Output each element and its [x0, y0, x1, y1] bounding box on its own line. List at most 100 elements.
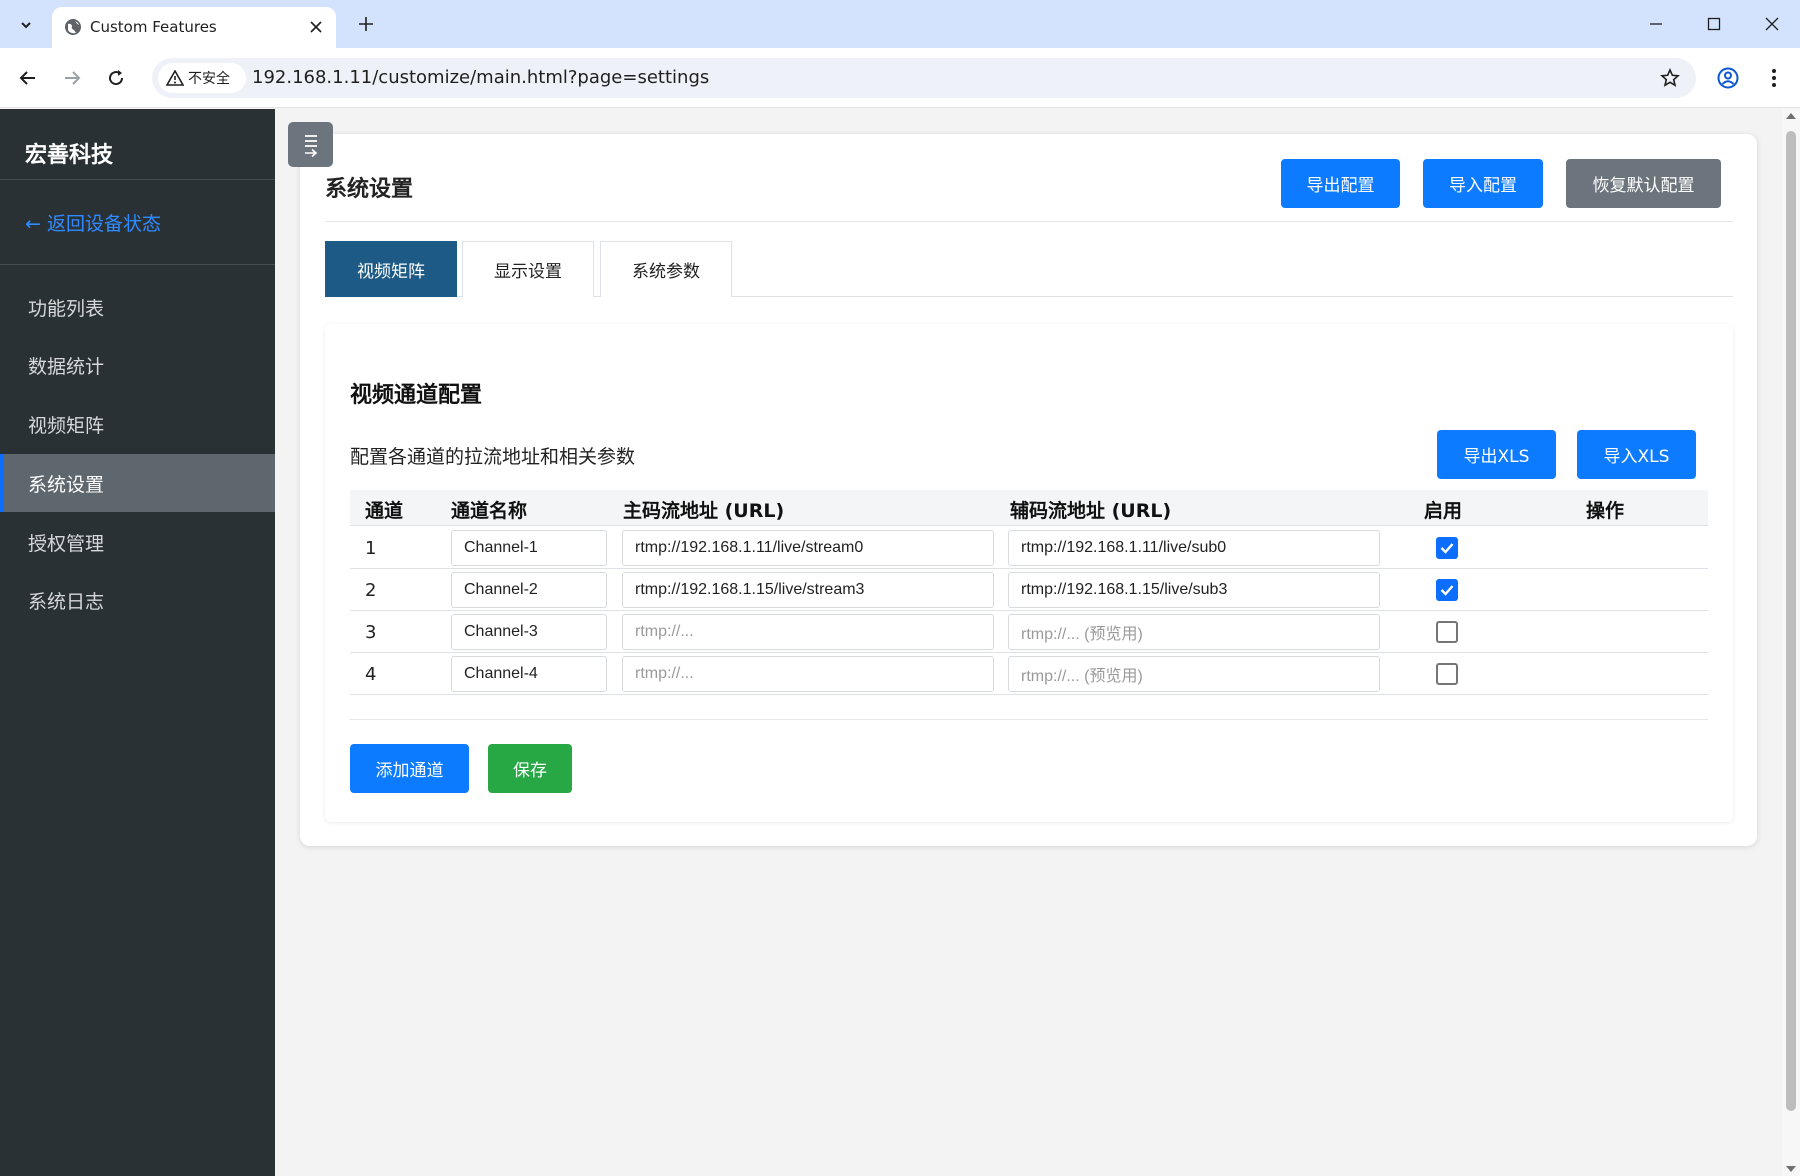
main-url-input[interactable]: rtmp://...: [622, 656, 994, 692]
arrow-right-icon: [65, 71, 81, 85]
main-url-input[interactable]: rtmp://...: [622, 614, 994, 650]
section-title: 视频通道配置: [350, 383, 483, 408]
sub-url-input[interactable]: rtmp://... (预览用): [1008, 614, 1380, 650]
brand-title: 宏善科技: [25, 143, 114, 168]
channel-name-input[interactable]: Channel-1: [451, 530, 607, 566]
url-text[interactable]: 192.168.1.11/customize/main.html?page=se…: [252, 67, 709, 88]
header-divider: [325, 221, 1733, 222]
section-description: 配置各通道的拉流地址和相关参数: [350, 446, 636, 468]
sidebar-divider: [0, 179, 275, 180]
sidebar-item-license-management[interactable]: 授权管理: [0, 513, 275, 571]
plus-icon: [359, 17, 373, 31]
table-row: 3 Channel-3 rtmp://... rtmp://... (预览用): [350, 611, 1708, 653]
sidebar-item-data-statistics[interactable]: 数据统计: [0, 336, 275, 394]
chevron-down-icon: [21, 22, 31, 29]
reload-button[interactable]: [100, 62, 132, 94]
tab-system-parameters[interactable]: 系统参数: [600, 241, 732, 297]
import-config-button[interactable]: 导入配置: [1423, 159, 1543, 208]
menu-toggle-icon: [304, 134, 317, 157]
channel-name-input[interactable]: Channel-2: [451, 572, 607, 608]
sidebar-item-system-log[interactable]: 系统日志: [0, 571, 275, 629]
security-label: 不安全: [188, 71, 230, 87]
export-xls-button[interactable]: 导出XLS: [1437, 430, 1556, 479]
maximize-button[interactable]: [1700, 10, 1728, 38]
restore-default-button[interactable]: 恢复默认配置: [1566, 159, 1721, 208]
table-row: 4 Channel-4 rtmp://... rtmp://... (预览用): [350, 653, 1708, 695]
profile-button[interactable]: [1712, 62, 1744, 94]
browser-toolbar: 不安全 192.168.1.11/customize/main.html?pag…: [0, 48, 1800, 108]
channel-number: 2: [365, 580, 377, 601]
sub-url-input[interactable]: rtmp://192.168.1.15/live/sub3: [1008, 572, 1380, 608]
close-icon: [1765, 17, 1779, 31]
column-header-sub-url: 辅码流地址 (URL): [1010, 500, 1172, 522]
star-icon: [1660, 68, 1680, 87]
new-tab-button[interactable]: [352, 10, 380, 38]
reload-icon: [109, 70, 124, 86]
scroll-up-arrow[interactable]: [1786, 113, 1796, 119]
close-icon: [310, 21, 322, 33]
arrow-left-icon: [19, 71, 35, 85]
column-header-actions: 操作: [1586, 500, 1625, 522]
back-button[interactable]: [12, 62, 44, 94]
tab-title: Custom Features: [90, 18, 217, 36]
settings-card: 系统设置 导出配置 导入配置 恢复默认配置 视频矩阵 显示设置 系统参数 视频通…: [300, 134, 1757, 846]
main-url-input[interactable]: rtmp://192.168.1.11/live/stream0: [622, 530, 994, 566]
column-header-channel-name: 通道名称: [451, 500, 528, 522]
enable-checkbox[interactable]: [1436, 621, 1458, 643]
tab-video-matrix[interactable]: 视频矩阵: [325, 241, 457, 297]
channel-name-input[interactable]: Channel-3: [451, 614, 607, 650]
channel-name-input[interactable]: Channel-4: [451, 656, 607, 692]
enable-checkbox[interactable]: [1436, 579, 1458, 601]
check-icon: [1440, 543, 1454, 554]
table-header: 通道 通道名称 主码流地址 (URL) 辅码流地址 (URL) 启用 操作: [350, 490, 1708, 526]
sidebar-item-video-matrix[interactable]: 视频矩阵: [0, 395, 275, 453]
globe-icon: [65, 19, 81, 35]
browser-tab-bar: Custom Features: [0, 0, 1800, 48]
tab-display-settings[interactable]: 显示设置: [462, 241, 594, 297]
add-channel-button[interactable]: 添加通道: [350, 744, 469, 793]
sidebar-divider: [0, 264, 275, 265]
channel-number: 1: [365, 538, 377, 559]
panel-divider: [350, 719, 1708, 720]
account-icon: [1717, 67, 1739, 89]
scroll-thumb[interactable]: [1786, 131, 1796, 1111]
sidebar-toggle-button[interactable]: [288, 122, 333, 167]
warning-icon: [166, 70, 184, 86]
browser-menu-button[interactable]: [1758, 62, 1790, 94]
column-header-main-url: 主码流地址 (URL): [623, 500, 785, 522]
close-tab-button[interactable]: [306, 17, 326, 37]
main-url-input[interactable]: rtmp://192.168.1.15/live/stream3: [622, 572, 994, 608]
tab-search-button[interactable]: [10, 9, 42, 41]
table-row: 2 Channel-2 rtmp://192.168.1.15/live/str…: [350, 569, 1708, 611]
sub-url-input[interactable]: rtmp://... (预览用): [1008, 656, 1380, 692]
sidebar-item-function-list[interactable]: 功能列表: [0, 278, 275, 336]
browser-tab[interactable]: Custom Features: [52, 7, 336, 48]
more-vertical-icon: [1772, 69, 1776, 87]
minimize-icon: [1650, 23, 1662, 25]
column-header-channel: 通道: [365, 500, 404, 522]
column-header-enabled: 启用: [1424, 500, 1463, 522]
check-icon: [1440, 585, 1454, 596]
bookmark-button[interactable]: [1656, 64, 1684, 92]
import-xls-button[interactable]: 导入XLS: [1577, 430, 1696, 479]
export-config-button[interactable]: 导出配置: [1281, 159, 1400, 208]
forward-button[interactable]: [56, 62, 88, 94]
channel-number: 3: [365, 622, 377, 643]
sidebar-item-system-settings[interactable]: 系统设置: [0, 454, 275, 512]
back-to-device-status-link[interactable]: ← 返回设备状态: [25, 209, 161, 236]
sub-url-input[interactable]: rtmp://192.168.1.11/live/sub0: [1008, 530, 1380, 566]
enable-checkbox[interactable]: [1436, 663, 1458, 685]
sidebar: 宏善科技 ← 返回设备状态 功能列表 数据统计 视频矩阵 系统设置 授权管理 系…: [0, 109, 275, 1176]
page-scrollbar[interactable]: [1782, 109, 1800, 1176]
scroll-down-arrow[interactable]: [1786, 1166, 1796, 1172]
minimize-button[interactable]: [1642, 10, 1670, 38]
table-row: 1 Channel-1 rtmp://192.168.1.11/live/str…: [350, 527, 1708, 569]
video-channel-panel: 视频通道配置 配置各通道的拉流地址和相关参数 导出XLS 导入XLS 通道 通道…: [325, 324, 1733, 822]
enable-checkbox[interactable]: [1436, 537, 1458, 559]
maximize-icon: [1707, 17, 1721, 31]
close-window-button[interactable]: [1758, 10, 1786, 38]
save-button[interactable]: 保存: [488, 744, 572, 793]
address-bar[interactable]: 不安全 192.168.1.11/customize/main.html?pag…: [152, 58, 1696, 98]
security-indicator[interactable]: 不安全: [158, 63, 246, 93]
page-title: 系统设置: [325, 177, 414, 202]
